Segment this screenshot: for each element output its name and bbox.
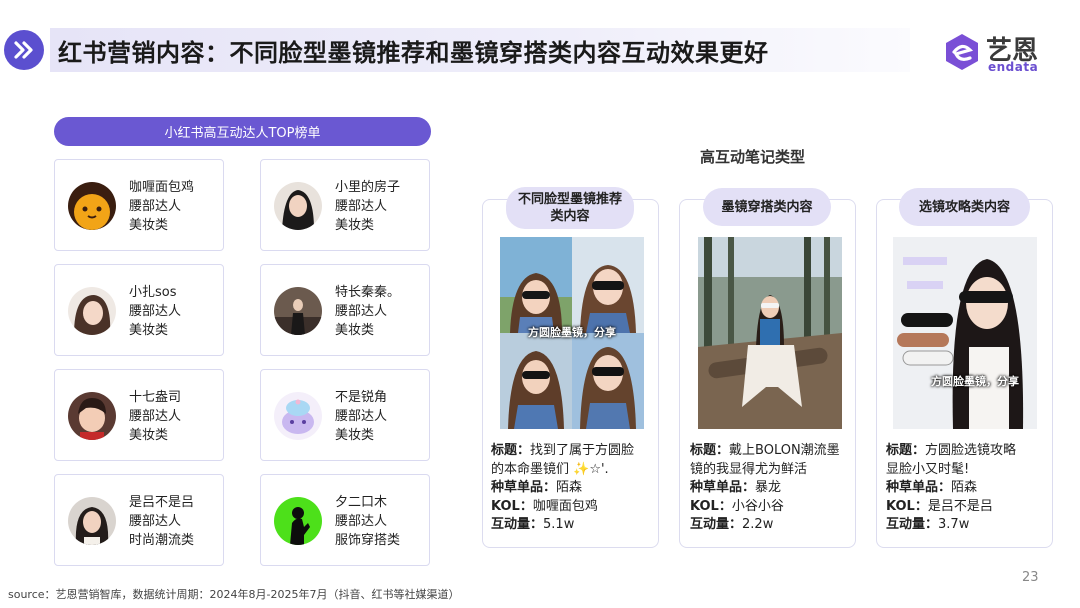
note-details: 标题：戴上BOLON潮流墨 镜的我显得尤为鲜活 种草单品：暴龙 KOL：小谷小谷… (690, 442, 858, 535)
note-title: 方圆脸选镜攻略 (925, 443, 1017, 458)
kol-card[interactable]: 小里的房子 腰部达人 美妆类 (260, 159, 430, 251)
kol-card[interactable]: 十七盎司 腰部达人 美妆类 (54, 369, 224, 461)
section-title: 高互动笔记类型 (700, 148, 806, 166)
kol-label: KOL： (886, 498, 928, 514)
note-type-label: 墨镜穿搭类内容 (703, 188, 831, 226)
kol-label: KOL： (491, 498, 533, 514)
title-label: 标题： (690, 443, 730, 458)
kol-category: 美妆类 (129, 323, 169, 338)
ranking-title: 小红书高互动达人TOP榜单 (54, 117, 431, 146)
kol-value: 是吕不是吕 (927, 498, 993, 514)
kol-name: 夕二口木 (335, 495, 388, 510)
kol-category: 时尚潮流类 (129, 533, 195, 548)
engagement-label: 互动量： (491, 517, 544, 532)
product-value: 陌森 (556, 480, 583, 495)
avatar (274, 182, 322, 230)
note-photo[interactable]: 方圆脸墨镜，分享 (893, 237, 1037, 429)
engagement-value: 3.7w (938, 517, 970, 532)
title-label: 标题： (886, 443, 926, 458)
kol-name: 咖喱面包鸡 (129, 180, 195, 195)
product-label: 种草单品： (690, 480, 756, 495)
kol-category: 美妆类 (335, 428, 375, 443)
kol-level: 腰部达人 (129, 199, 182, 214)
kol-level: 腰部达人 (335, 409, 388, 424)
kol-name: 不是锐角 (335, 390, 388, 405)
note-title-cont: 镜的我显得尤为鲜活 (690, 461, 808, 477)
avatar (274, 287, 322, 335)
note-title-cont: 显脸小又时髦! (886, 461, 970, 477)
kol-label: KOL： (690, 498, 732, 514)
avatar (68, 392, 116, 440)
engagement-value: 5.1w (543, 517, 575, 532)
note-details: 标题：找到了属于方圆脸 的本命墨镜们 ✨☆'. 种草单品：陌森 KOL：咖喱面包… (491, 442, 659, 535)
engagement-label: 互动量： (886, 517, 939, 532)
kol-name: 是吕不是吕 (129, 495, 195, 510)
product-label: 种草单品： (886, 480, 952, 495)
kol-level: 腰部达人 (335, 199, 388, 214)
engagement-value: 2.2w (742, 517, 774, 532)
kol-name: 特长秦秦。 (335, 285, 401, 300)
kol-card[interactable]: 小扎sos 腰部达人 美妆类 (54, 264, 224, 356)
photo-caption: 方圆脸墨镜，分享 (528, 326, 616, 339)
kol-value: 小谷小谷 (731, 498, 784, 514)
kol-card[interactable]: 特长秦秦。 腰部达人 美妆类 (260, 264, 430, 356)
kol-card[interactable]: 是吕不是吕 腰部达人 时尚潮流类 (54, 474, 224, 566)
avatar (274, 497, 322, 545)
kol-name: 小里的房子 (335, 180, 401, 195)
note-photo[interactable] (698, 237, 842, 429)
note-details: 标题：方圆脸选镜攻略 显脸小又时髦! 种草单品：陌森 KOL：是吕不是吕 互动量… (886, 442, 1054, 535)
product-label: 种草单品： (491, 480, 557, 495)
page-number: 23 (1022, 570, 1039, 585)
logo-subtext: endata (988, 60, 1039, 74)
product-value: 陌森 (951, 480, 978, 495)
product-value: 暴龙 (755, 480, 782, 495)
kol-category: 美妆类 (129, 218, 169, 233)
note-type-label: 选镜攻略类内容 (899, 188, 1030, 226)
kol-category: 美妆类 (335, 323, 375, 338)
kol-card[interactable]: 不是锐角 腰部达人 美妆类 (260, 369, 430, 461)
kol-level: 腰部达人 (129, 304, 182, 319)
kol-category: 服饰穿搭类 (335, 533, 401, 548)
note-type-label: 不同脸型墨镜推荐类内容 (506, 187, 634, 229)
kol-name: 十七盎司 (129, 390, 182, 405)
kol-level: 腰部达人 (335, 304, 388, 319)
avatar (68, 182, 116, 230)
note-type-label-text: 不同脸型墨镜推荐类内容 (518, 192, 623, 224)
source-note: source：艺恩营销智库，数据统计周期：2024年8月-2025年7月（抖音、… (8, 588, 460, 601)
kol-value: 咖喱面包鸡 (532, 498, 598, 514)
kol-name: 小扎sos (129, 285, 177, 300)
kol-card[interactable]: 夕二口木 腰部达人 服饰穿搭类 (260, 474, 430, 566)
kol-level: 腰部达人 (335, 514, 388, 529)
kol-category: 美妆类 (335, 218, 375, 233)
photo-caption: 方圆脸墨镜，分享 (931, 375, 1019, 388)
title-label: 标题： (491, 443, 531, 458)
kol-level: 腰部达人 (129, 514, 182, 529)
avatar (68, 497, 116, 545)
note-title: 戴上BOLON潮流墨 (729, 443, 840, 458)
note-photo[interactable]: 方圆脸墨镜，分享 (500, 237, 644, 429)
kol-card[interactable]: 咖喱面包鸡 腰部达人 美妆类 (54, 159, 224, 251)
double-chevron-icon (4, 30, 44, 70)
kol-category: 美妆类 (129, 428, 169, 443)
kol-level: 腰部达人 (129, 409, 182, 424)
avatar (68, 287, 116, 335)
note-title: 找到了属于方圆脸 (530, 443, 635, 458)
engagement-label: 互动量： (690, 517, 743, 532)
note-title-cont: 的本命墨镜们 ✨☆'. (491, 461, 609, 477)
avatar (274, 392, 322, 440)
page-title: 红书营销内容：不同脸型墨镜推荐和墨镜穿搭类内容互动效果更好 (58, 39, 769, 67)
